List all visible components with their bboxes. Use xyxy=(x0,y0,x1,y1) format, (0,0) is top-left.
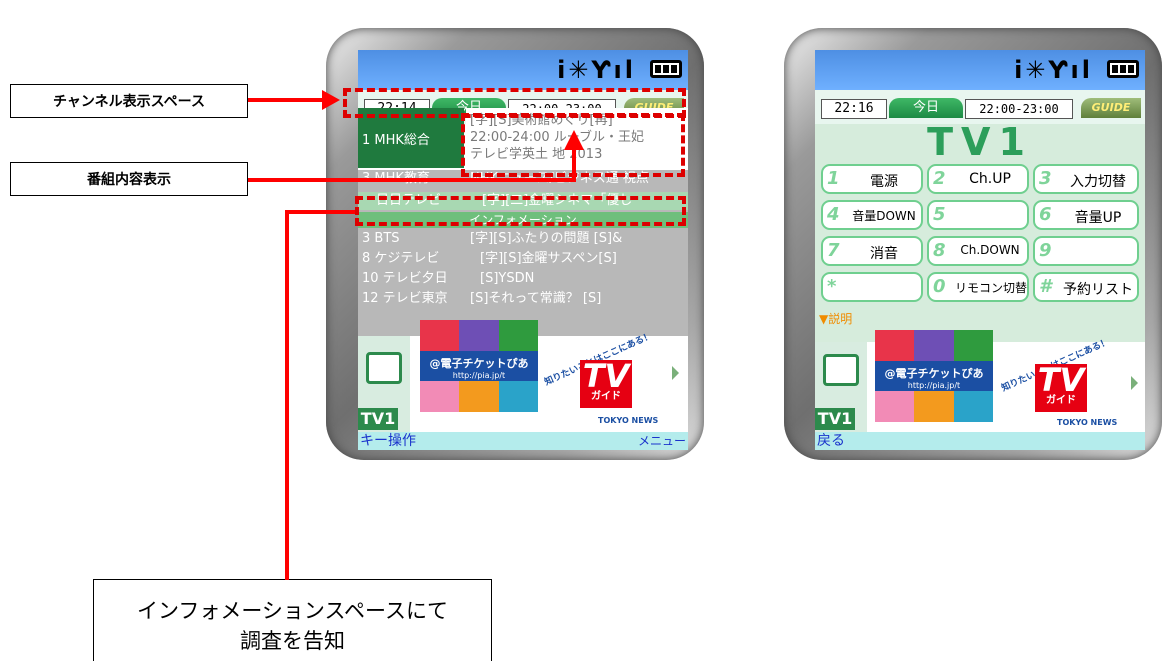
remote-key-star[interactable]: * xyxy=(821,272,923,302)
connector-channel xyxy=(248,98,328,102)
signal-icon: i✳︎Ƴıl xyxy=(1014,56,1093,84)
connector-program xyxy=(248,178,576,182)
callout-info-space: インフォメーションスペースにて 調査を告知 xyxy=(93,579,492,661)
battery-icon xyxy=(650,60,682,78)
remote-key-6[interactable]: 6 音量UP xyxy=(1033,200,1139,230)
remote-key-3[interactable]: 3 入力切替 xyxy=(1033,164,1139,194)
remote-key-0[interactable]: 0 リモコン切替 xyxy=(927,272,1029,302)
arrowhead-program xyxy=(564,130,584,150)
tv-side-panel: TV1 xyxy=(815,342,867,432)
softkey-right[interactable]: メニュー xyxy=(638,432,686,450)
tv-label[interactable]: TV1 xyxy=(358,408,398,430)
scroll-right-icon[interactable] xyxy=(1131,376,1138,390)
right-phone-screen: i✳︎Ƴıl 22:16 今日 22:00-23:00 GUIDE TV1 1電… xyxy=(815,50,1145,450)
softkey-left[interactable]: キー操作 xyxy=(360,432,416,450)
ad-ticket-pia[interactable]: @電子チケットぴあ http://pia.jp/t xyxy=(875,330,993,422)
remote-key-4[interactable]: 4 音量DOWN xyxy=(821,200,923,230)
highlight-info-space xyxy=(355,196,686,226)
tv-guide-logo: TV ガイド xyxy=(1035,364,1087,412)
guide-logo: GUIDE xyxy=(1081,98,1141,118)
tv-label[interactable]: TV1 xyxy=(815,408,855,430)
row-program: [字][S]ふたりの問題 [S]& xyxy=(470,231,623,246)
remote-key-9[interactable]: 9 xyxy=(1033,236,1139,266)
softkey-bar: キー操作 メニュー xyxy=(358,432,688,450)
table-row[interactable]: 10 テレビ夕日 [S]YSDN xyxy=(358,270,688,288)
connector-info-vertical xyxy=(285,210,289,580)
row-program: [字][S]金曜サスペン[S] xyxy=(480,251,617,266)
ad-tokyo-news: TOKYO NEWS xyxy=(598,416,659,425)
row-channel: 10 テレビ夕日 xyxy=(362,271,448,286)
row-channel: 8 ケジテレビ xyxy=(362,251,440,266)
signal-icon: i✳︎Ƴıl xyxy=(557,56,636,84)
status-bar: i✳︎Ƴıl xyxy=(815,50,1145,90)
remote-key-5[interactable]: 5 xyxy=(927,200,1029,230)
callout-info-space-line1: インフォメーションスペースにて xyxy=(136,599,448,623)
tv-guide-tv: TV xyxy=(582,357,630,395)
table-row[interactable]: 12 テレビ東京 [S]それって常識？ [S] xyxy=(358,290,688,308)
explain-toggle[interactable]: ▼説明 xyxy=(819,310,852,327)
ad-ticket-pia[interactable]: @電子チケットぴあ http://pia.jp/t xyxy=(420,320,538,412)
arrowhead-channel xyxy=(322,90,340,110)
callout-channel-space-text: チャンネル表示スペース xyxy=(53,94,205,110)
battery-icon xyxy=(1107,60,1139,78)
ad-tokyo-news: TOKYO NEWS xyxy=(1057,418,1118,427)
ad-pia-url: http://pia.jp/t xyxy=(452,371,506,381)
tv-side-panel: TV1 xyxy=(358,336,410,432)
table-row[interactable]: 3 BTS [字][S]ふたりの問題 [S]& xyxy=(358,230,688,248)
tv-guide-logo: TV ガイド xyxy=(580,360,632,408)
remote-key-2[interactable]: 2 Ch.UP xyxy=(927,164,1029,194)
remote-key-7[interactable]: 7 消音 xyxy=(821,236,923,266)
status-bar: i✳︎Ƴıl xyxy=(358,50,688,90)
time-range-tab[interactable]: 22:00-23:00 xyxy=(965,99,1073,119)
tab-today[interactable]: 今日 xyxy=(889,98,963,118)
row-program: [S]それって常識？ [S] xyxy=(470,291,602,306)
program-grid: 3 MHK教育 NHKニュース/ビジネス通 視点 日日テレビ [字][二]金曜シ… xyxy=(358,170,688,336)
ad-pia-name: @電子チケットぴあ xyxy=(884,367,984,381)
remote-title: TV1 xyxy=(927,120,1033,164)
tv-icon xyxy=(366,352,402,384)
tv-guide-tv: TV xyxy=(1037,361,1085,399)
callout-program-content-text: 番組内容表示 xyxy=(87,172,171,188)
ad-tv-guide[interactable]: 知りたいことはここにある！ TV ガイド TOKYO NEWS xyxy=(538,331,668,432)
remote-key-1[interactable]: 1 電源 xyxy=(821,164,923,194)
connector-program-vertical xyxy=(572,148,576,182)
connector-info-horizontal xyxy=(285,210,355,214)
ad-tv-guide[interactable]: 知りたいことはここにある！ TV ガイド TOKYO NEWS xyxy=(995,337,1125,432)
ad-pia-name: @電子チケットぴあ xyxy=(429,357,529,371)
callout-channel-space: チャンネル表示スペース xyxy=(10,84,248,118)
row-program: [S]YSDN xyxy=(480,271,535,286)
table-row[interactable]: 8 ケジテレビ [字][S]金曜サスペン[S] xyxy=(358,250,688,268)
guide-tab-bar: 22:16 今日 22:00-23:00 GUIDE xyxy=(815,90,1145,124)
row-channel: 3 BTS xyxy=(362,231,400,246)
callout-info-space-line2: 調査を告知 xyxy=(240,629,345,653)
tv-icon xyxy=(823,354,859,386)
ad-pia-url: http://pia.jp/t xyxy=(907,381,961,391)
remote-key-8[interactable]: 8 Ch.DOWN xyxy=(927,236,1029,266)
row-channel: 12 テレビ東京 xyxy=(362,291,448,306)
softkey-left[interactable]: 戻る xyxy=(817,432,845,450)
callout-program-content: 番組内容表示 xyxy=(10,162,248,196)
scroll-right-icon[interactable] xyxy=(672,366,679,380)
clock-time: 22:16 xyxy=(821,99,887,119)
remote-panel: TV1 1 電源 2 Ch.UP 3 入力切替 4 音量DOWN 5 6 音量UP 7 消音… xyxy=(815,120,1145,342)
remote-key-hash[interactable]: # 予約リスト xyxy=(1033,272,1139,302)
softkey-bar: 戻る xyxy=(815,432,1145,450)
